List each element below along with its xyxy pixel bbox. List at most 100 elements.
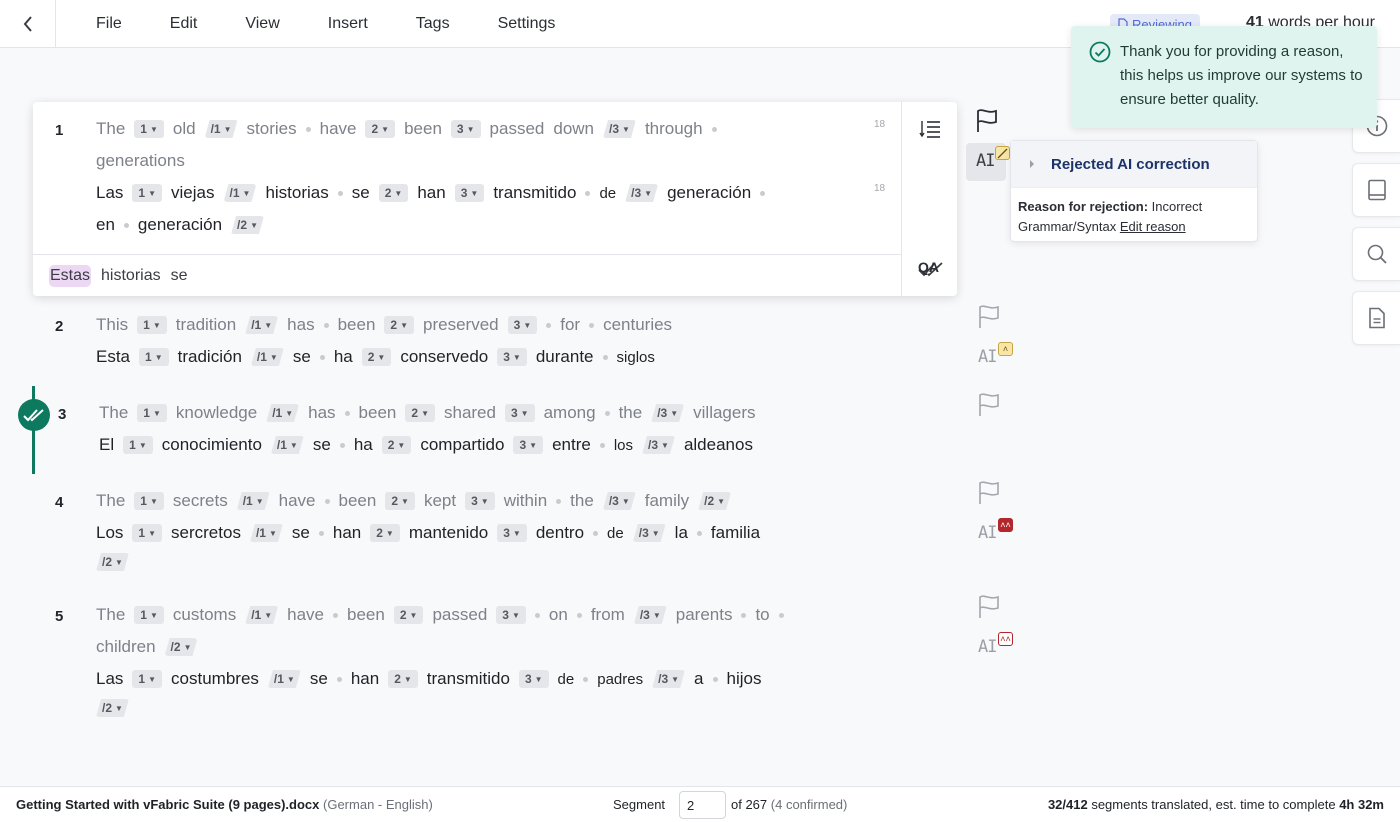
inline-tag[interactable]: 3 ▼ xyxy=(513,436,544,454)
inline-tag[interactable]: /1 ▼ xyxy=(268,670,301,688)
ai-label[interactable]: AI xyxy=(978,637,998,657)
inline-tag[interactable]: 2 ▼ xyxy=(393,606,424,624)
inline-tag[interactable]: /1 ▼ xyxy=(245,606,278,624)
inline-tag[interactable]: /3 ▼ xyxy=(603,492,636,510)
word: han xyxy=(332,523,362,542)
back-button[interactable] xyxy=(0,0,56,47)
source-line[interactable]: The 1 ▼ secrets/1 ▼ have been 2 ▼ kept 3 ▼ within the… xyxy=(96,486,740,516)
flag-icon[interactable] xyxy=(976,109,998,133)
menu-settings[interactable]: Settings xyxy=(498,15,556,33)
inline-tag[interactable]: 3 ▼ xyxy=(450,120,481,138)
inline-tag[interactable]: 3 ▼ xyxy=(518,670,549,688)
inline-tag[interactable]: /1 ▼ xyxy=(266,404,299,422)
inline-tag[interactable]: /3 ▼ xyxy=(642,436,675,454)
inline-tag[interactable]: /3 ▼ xyxy=(633,524,666,542)
inline-tag[interactable]: 2 ▼ xyxy=(361,348,392,366)
flag-icon[interactable] xyxy=(978,305,1000,334)
inline-tag[interactable]: /2 ▼ xyxy=(96,699,129,717)
inline-tag[interactable]: 2 ▼ xyxy=(378,184,409,202)
inline-tag[interactable]: /3 ▼ xyxy=(651,404,684,422)
inline-tag[interactable]: 1 ▼ xyxy=(137,316,167,334)
inline-tag[interactable]: /1 ▼ xyxy=(224,184,257,202)
inline-tag[interactable]: /1 ▼ xyxy=(205,120,238,138)
editor-word[interactable]: se xyxy=(171,267,188,285)
inline-tag[interactable]: /2 ▼ xyxy=(96,553,129,571)
ai-label[interactable]: AI xyxy=(978,347,998,367)
inline-tag[interactable]: 1 ▼ xyxy=(134,492,164,510)
inline-tag[interactable]: 1 ▼ xyxy=(132,184,163,202)
inline-tag[interactable]: 3 ▼ xyxy=(497,524,527,542)
inline-tag[interactable]: 3 ▼ xyxy=(507,316,538,334)
source-line[interactable]: This 1 ▼ tradition/1 ▼ has been 2 ▼ preserved 3 ▼ fo… xyxy=(96,310,681,340)
inline-tag[interactable]: /3 ▼ xyxy=(634,606,667,624)
flag-icon[interactable] xyxy=(978,481,1000,510)
target-line-wrap[interactable]: /2 ▼ xyxy=(96,693,138,723)
word: transmitido xyxy=(493,183,577,202)
source-line[interactable]: The 1 ▼ customs/1 ▼ have been 2 ▼ passed 3 ▼ on from /… xyxy=(96,600,793,630)
target-line-wrap[interactable]: /2 ▼ xyxy=(96,547,138,577)
inline-tag[interactable]: 2 ▼ xyxy=(405,404,435,422)
inline-tag[interactable]: 3 ▼ xyxy=(496,606,526,624)
glossary-panel-button[interactable] xyxy=(1352,163,1400,217)
inline-tag[interactable]: /2 ▼ xyxy=(698,492,731,510)
ai-label[interactable]: AI xyxy=(976,151,996,171)
menu-tags[interactable]: Tags xyxy=(416,15,450,33)
target-line[interactable]: Esta 1 ▼ tradición/1 ▼ se ha 2 ▼ conservedo 3 ▼ dura… xyxy=(96,342,664,372)
inline-tag[interactable]: /2 ▼ xyxy=(165,638,198,656)
menu-insert[interactable]: Insert xyxy=(328,15,368,33)
inline-tag[interactable]: /3 ▼ xyxy=(625,184,658,202)
flag-icon[interactable] xyxy=(978,393,1000,422)
inline-tag[interactable]: 2 ▼ xyxy=(365,120,396,138)
source-line-wrap[interactable]: children/2 ▼ xyxy=(96,632,206,662)
inline-tag[interactable]: 3 ▼ xyxy=(454,184,485,202)
inline-tag[interactable]: 1 ▼ xyxy=(132,524,163,542)
inline-tag[interactable]: /2 ▼ xyxy=(231,216,264,234)
inline-tag[interactable]: 3 ▼ xyxy=(465,492,495,510)
inline-tag[interactable]: 2 ▼ xyxy=(370,524,400,542)
inline-tag[interactable]: 1 ▼ xyxy=(134,120,164,138)
editor-word[interactable]: historias xyxy=(101,267,161,285)
active-segment-card[interactable]: 1 The 1 ▼ old/1 ▼ stories have 2 ▼ been 3 ▼ passed do… xyxy=(33,102,957,296)
source-line: The 1 ▼ old/1 ▼ stories have 2 ▼ been 3 ▼ passed down… xyxy=(96,114,726,144)
inline-tag[interactable]: 2 ▼ xyxy=(381,436,412,454)
inline-tag[interactable]: 1 ▼ xyxy=(123,436,153,454)
inline-tag[interactable]: 1 ▼ xyxy=(134,606,164,624)
inline-tag[interactable]: 1 ▼ xyxy=(139,348,169,366)
notes-panel-button[interactable] xyxy=(1352,291,1400,345)
target-line[interactable]: El 1 ▼ conocimiento/1 ▼ se ha 2 ▼ compartido 3 ▼ ent… xyxy=(99,430,762,460)
inline-tag[interactable]: /3 ▼ xyxy=(603,120,636,138)
target-line[interactable]: Los 1 ▼ sercretos/1 ▼ se han 2 ▼ mantenido 3 ▼ dentr… xyxy=(96,518,769,548)
target-editor[interactable]: Estas historias se xyxy=(33,254,901,296)
inline-tag[interactable]: /3 ▼ xyxy=(652,670,685,688)
inline-tag[interactable]: 2 ▼ xyxy=(384,316,415,334)
inline-tag[interactable]: 3 ▼ xyxy=(504,404,535,422)
separator-dot xyxy=(305,126,311,132)
menu-view[interactable]: View xyxy=(245,15,279,33)
inline-tag[interactable]: /1 ▼ xyxy=(237,492,270,510)
popover-header[interactable]: Rejected AI correction xyxy=(1011,141,1257,188)
inline-tag[interactable]: /1 ▼ xyxy=(245,316,278,334)
segment-input[interactable] xyxy=(679,791,726,819)
ai-correction-popover: Rejected AI correction Reason for reject… xyxy=(1010,140,1258,242)
menu-file[interactable]: File xyxy=(96,15,122,33)
edit-reason-link[interactable]: Edit reason xyxy=(1120,219,1186,234)
inline-tag[interactable]: /1 ▼ xyxy=(250,524,283,542)
inline-tag[interactable]: 1 ▼ xyxy=(137,404,167,422)
highlighted-word[interactable]: Estas xyxy=(49,264,92,287)
inline-tag[interactable]: 2 ▼ xyxy=(385,492,415,510)
search-panel-button[interactable] xyxy=(1352,227,1400,281)
qa-button[interactable]: QA xyxy=(918,259,939,275)
inline-tag[interactable]: /1 ▼ xyxy=(271,436,304,454)
target-line[interactable]: Las 1 ▼ costumbres/1 ▼ se han 2 ▼ transmitido 3 ▼ de… xyxy=(96,664,770,694)
caret-right-icon[interactable] xyxy=(1029,159,1035,169)
ai-label[interactable]: AI xyxy=(978,523,998,543)
inline-tag[interactable]: 2 ▼ xyxy=(388,670,418,688)
inline-tag[interactable]: /1 ▼ xyxy=(251,348,284,366)
inline-tag[interactable]: 1 ▼ xyxy=(132,670,163,688)
list-order-icon[interactable] xyxy=(919,120,941,138)
source-line[interactable]: The 1 ▼ knowledge/1 ▼ has been 2 ▼ shared 3 ▼ among t… xyxy=(99,398,765,428)
inline-tag[interactable]: 3 ▼ xyxy=(497,348,527,366)
flag-icon[interactable] xyxy=(978,595,1000,624)
menu-edit[interactable]: Edit xyxy=(170,15,198,33)
tag-label: 1 xyxy=(138,526,146,540)
